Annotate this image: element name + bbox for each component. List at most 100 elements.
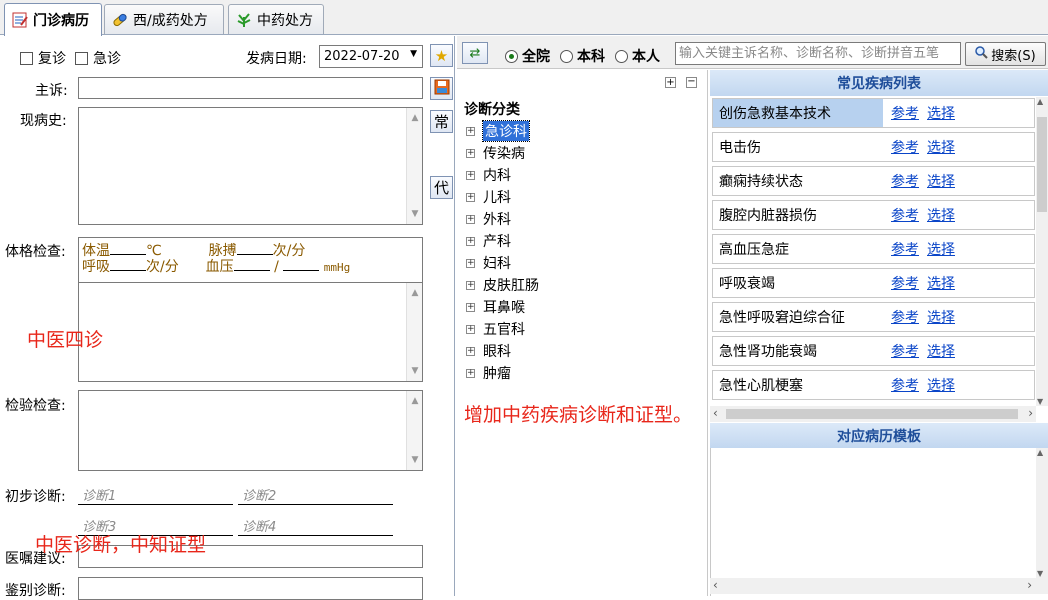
expand-all-icon[interactable]: + (665, 77, 676, 88)
tree-node-label[interactable]: 肿瘤 (483, 363, 511, 383)
tree-node-label[interactable]: 传染病 (483, 143, 525, 163)
tab-western-prescription[interactable]: 西/成药处方 (104, 4, 224, 34)
expand-icon[interactable]: + (466, 302, 475, 312)
bp-diastolic-input[interactable] (283, 257, 320, 271)
scroll-thumb[interactable] (1037, 117, 1047, 212)
expand-icon[interactable]: + (466, 148, 475, 158)
disease-row[interactable]: 急性心肌梗塞 参考 选择 (712, 370, 1035, 400)
refresh-button[interactable]: ⇄ (462, 42, 488, 64)
tree-node-label[interactable]: 妇科 (483, 253, 511, 273)
disease-row[interactable]: 急性肾功能衰竭 参考 选择 (712, 336, 1035, 366)
scroll-up-icon[interactable]: ▲ (407, 285, 423, 301)
tree-node-label[interactable]: 皮肤肛肠 (483, 275, 539, 295)
revisit-check-box[interactable] (20, 51, 33, 65)
expand-icon[interactable]: + (466, 126, 475, 136)
scroll-thumb[interactable] (726, 409, 1018, 419)
tree-node[interactable]: + 肿瘤 (466, 362, 511, 384)
disease-row[interactable]: 电击伤 参考 选择 (712, 132, 1035, 162)
scroll-right-icon[interactable]: › (1028, 406, 1033, 420)
onset-date-picker[interactable]: 2022-07-20 ▼ (319, 45, 423, 68)
physical-exam-area[interactable]: 体温 ℃ 脉搏 次/分 呼吸 次/分 血压 / mmHg ▲ ▼ (78, 237, 423, 382)
reference-link[interactable]: 参考 (891, 103, 919, 123)
resp-input[interactable] (110, 257, 146, 271)
tree-node[interactable]: + 皮肤肛肠 (466, 274, 539, 296)
emergency-checkbox[interactable]: 急诊 (75, 48, 121, 68)
scroll-left-icon[interactable]: ‹ (713, 578, 718, 592)
disease-row[interactable]: 腹腔内脏器损伤 参考 选择 (712, 200, 1035, 230)
diagnosis-4-input[interactable]: 诊断4 (238, 516, 393, 536)
tab-outpatient-record[interactable]: 门诊病历 (4, 3, 102, 36)
select-link[interactable]: 选择 (927, 103, 955, 123)
scroll-up-icon[interactable]: ▲ (407, 393, 423, 409)
diagnosis-2-input[interactable]: 诊断2 (238, 485, 393, 505)
tree-node-label[interactable]: 眼科 (483, 341, 511, 361)
reference-link[interactable]: 参考 (891, 273, 919, 293)
select-link[interactable]: 选择 (927, 341, 955, 361)
revisit-checkbox[interactable]: 复诊 (20, 48, 66, 68)
tree-node-label[interactable]: 急诊科 (482, 120, 530, 142)
scroll-left-icon[interactable]: ‹ (713, 406, 718, 420)
scroll-up-icon[interactable]: ▲ (1037, 97, 1043, 106)
tree-node-label[interactable]: 五官科 (483, 319, 525, 339)
bp-systolic-input[interactable] (233, 257, 270, 271)
disease-row[interactable]: 呼吸衰竭 参考 选择 (712, 268, 1035, 298)
reference-link[interactable]: 参考 (891, 341, 919, 361)
expand-icon[interactable]: + (466, 192, 475, 202)
reference-link[interactable]: 参考 (891, 307, 919, 327)
tree-node[interactable]: + 五官科 (466, 318, 525, 340)
tree-node-label[interactable]: 外科 (483, 209, 511, 229)
scroll-down-icon[interactable]: ▼ (1037, 397, 1043, 406)
scroll-right-icon[interactable]: › (1027, 578, 1032, 592)
expand-icon[interactable]: + (466, 346, 475, 356)
save-template-button[interactable] (430, 77, 453, 100)
select-link[interactable]: 选择 (927, 205, 955, 225)
radio-department[interactable] (560, 49, 573, 63)
radio-all-hospital[interactable] (505, 49, 518, 63)
search-input[interactable]: 输入关键主诉名称、诊断名称、诊断拼音五笔 (675, 42, 961, 65)
disease-row[interactable]: 急性呼吸窘迫综合征 参考 选择 (712, 302, 1035, 332)
search-button[interactable]: 搜索(S) (965, 42, 1046, 66)
reference-link[interactable]: 参考 (891, 137, 919, 157)
disease-list-scrollbar[interactable]: ▲ ▼ (1036, 97, 1048, 406)
template-vscrollbar[interactable]: ▲ ▼ (1036, 448, 1048, 578)
expand-icon[interactable]: + (466, 236, 475, 246)
chief-complaint-input[interactable] (78, 77, 423, 99)
select-link[interactable]: 选择 (927, 273, 955, 293)
tab-herbal-prescription[interactable]: 中药处方 (228, 4, 324, 34)
scroll-down-icon[interactable]: ▼ (407, 206, 423, 222)
proxy-button[interactable]: 代 (430, 176, 453, 199)
differential-input[interactable] (78, 577, 423, 600)
select-link[interactable]: 选择 (927, 239, 955, 259)
physical-exam-textarea[interactable]: ▲ ▼ (79, 282, 422, 381)
radio-self[interactable] (615, 49, 628, 63)
tree-node[interactable]: + 产科 (466, 230, 511, 252)
emergency-check-box[interactable] (75, 51, 88, 65)
tree-node[interactable]: + 传染病 (466, 142, 525, 164)
chevron-down-icon[interactable]: ▼ (410, 49, 417, 59)
common-button[interactable]: 常 (430, 110, 453, 133)
tree-node-label[interactable]: 内科 (483, 165, 511, 185)
pulse-input[interactable] (236, 241, 273, 255)
disease-row[interactable]: 高血压急症 参考 选择 (712, 234, 1035, 264)
lab-exam-textarea[interactable]: ▲ ▼ (78, 390, 423, 471)
reference-link[interactable]: 参考 (891, 171, 919, 191)
tree-node[interactable]: + 内科 (466, 164, 511, 186)
scrollbar[interactable]: ▲ ▼ (406, 108, 422, 224)
expand-icon[interactable]: + (466, 280, 475, 290)
diagnosis-1-input[interactable]: 诊断1 (78, 485, 233, 505)
tree-node-label[interactable]: 产科 (483, 231, 511, 251)
select-link[interactable]: 选择 (927, 375, 955, 395)
reference-link[interactable]: 参考 (891, 205, 919, 225)
expand-icon[interactable]: + (466, 324, 475, 334)
tree-node[interactable]: + 耳鼻喉 (466, 296, 525, 318)
scrollbar[interactable]: ▲ ▼ (406, 283, 422, 381)
expand-icon[interactable]: + (466, 368, 475, 378)
favorite-button[interactable]: ★ (430, 44, 453, 67)
select-link[interactable]: 选择 (927, 137, 955, 157)
scrollbar[interactable]: ▲ ▼ (406, 391, 422, 470)
tree-node[interactable]: + 妇科 (466, 252, 511, 274)
scroll-up-icon[interactable]: ▲ (1037, 448, 1043, 457)
expand-icon[interactable]: + (466, 258, 475, 268)
scroll-down-icon[interactable]: ▼ (407, 363, 423, 379)
scroll-down-icon[interactable]: ▼ (407, 452, 423, 468)
